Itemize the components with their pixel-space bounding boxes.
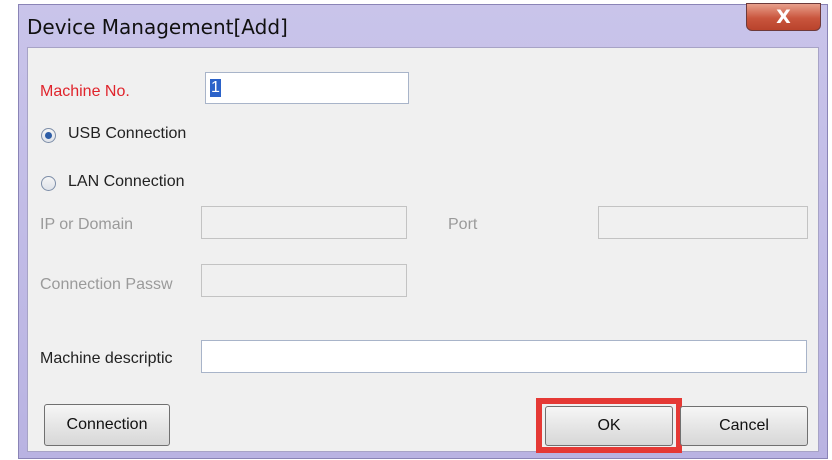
connection-password-input[interactable] bbox=[201, 264, 407, 297]
cancel-button[interactable]: Cancel bbox=[680, 406, 808, 446]
port-label: Port bbox=[448, 216, 478, 233]
ok-button[interactable]: OK bbox=[545, 406, 673, 446]
connection-button[interactable]: Connection bbox=[44, 404, 170, 446]
lan-connection-label[interactable]: LAN Connection bbox=[68, 173, 185, 191]
cancel-button-label: Cancel bbox=[719, 417, 769, 434]
title-bar[interactable]: Device Management[Add] X bbox=[19, 3, 827, 47]
device-management-dialog: Device Management[Add] X Machine No. 1 U… bbox=[18, 3, 828, 459]
connection-button-label: Connection bbox=[66, 416, 148, 433]
window-title: Device Management[Add] bbox=[27, 15, 288, 39]
machine-description-input[interactable] bbox=[201, 340, 807, 373]
machine-no-input[interactable]: 1 bbox=[205, 72, 409, 104]
usb-connection-label[interactable]: USB Connection bbox=[68, 125, 186, 143]
port-input[interactable] bbox=[598, 206, 808, 239]
connection-password-label: Connection Passw bbox=[40, 276, 173, 293]
machine-no-label: Machine No. bbox=[40, 83, 130, 100]
ip-domain-label: IP or Domain bbox=[40, 216, 134, 233]
ok-button-label: OK bbox=[597, 417, 621, 434]
machine-no-value: 1 bbox=[210, 79, 221, 97]
dialog-body: Machine No. 1 USB Connection LAN Connect… bbox=[27, 47, 819, 453]
close-button[interactable]: X bbox=[746, 3, 821, 31]
usb-connection-radio[interactable] bbox=[41, 128, 56, 143]
machine-description-label: Machine descriptic bbox=[40, 350, 173, 367]
lan-connection-radio[interactable] bbox=[41, 176, 56, 191]
radio-selected-dot bbox=[45, 132, 52, 139]
ip-domain-input[interactable] bbox=[201, 206, 407, 239]
close-icon: X bbox=[776, 6, 791, 28]
